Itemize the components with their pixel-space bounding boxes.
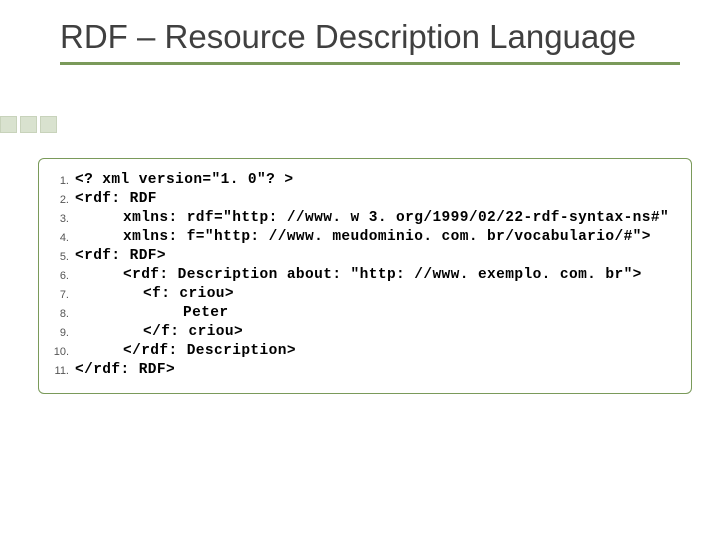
- code-text: </rdf: Description>: [75, 343, 296, 359]
- code-text: Peter: [75, 305, 229, 321]
- line-number: 11.: [53, 362, 75, 377]
- line-number: 4.: [53, 229, 75, 244]
- deco-square: [20, 116, 37, 133]
- code-line: 8. Peter: [53, 305, 677, 321]
- slide: RDF – Resource Description Language 1. <…: [0, 0, 720, 540]
- line-number: 6.: [53, 267, 75, 282]
- decoration-squares: [0, 116, 57, 133]
- code-text: <rdf: Description about: "http: //www. e…: [75, 267, 642, 283]
- code-line: 10. </rdf: Description>: [53, 343, 677, 359]
- line-number: 8.: [53, 305, 75, 320]
- code-line: 4. xmlns: f="http: //www. meudominio. co…: [53, 229, 677, 245]
- code-line: 9. </f: criou>: [53, 324, 677, 340]
- code-text: xmlns: rdf="http: //www. w 3. org/1999/0…: [75, 210, 669, 226]
- line-number: 3.: [53, 210, 75, 225]
- code-text: </f: criou>: [75, 324, 243, 340]
- code-text: xmlns: f="http: //www. meudominio. com. …: [75, 229, 651, 245]
- code-text: <rdf: RDF>: [75, 248, 166, 264]
- code-line: 1. <? xml version="1. 0"? >: [53, 172, 677, 188]
- code-text: <? xml version="1. 0"? >: [75, 172, 293, 188]
- code-line: 2. <rdf: RDF: [53, 191, 677, 207]
- line-number: 2.: [53, 191, 75, 206]
- line-number: 1.: [53, 172, 75, 187]
- code-text: <rdf: RDF: [75, 191, 157, 207]
- code-line: 6. <rdf: Description about: "http: //www…: [53, 267, 677, 283]
- code-block: 1. <? xml version="1. 0"? > 2. <rdf: RDF…: [38, 158, 692, 394]
- deco-square: [0, 116, 17, 133]
- title-underline: [60, 62, 680, 65]
- code-line: 3. xmlns: rdf="http: //www. w 3. org/199…: [53, 210, 677, 226]
- deco-square: [40, 116, 57, 133]
- code-text: </rdf: RDF>: [75, 362, 175, 378]
- code-text: <f: criou>: [75, 286, 234, 302]
- line-number: 7.: [53, 286, 75, 301]
- line-number: 5.: [53, 248, 75, 263]
- code-line: 11. </rdf: RDF>: [53, 362, 677, 378]
- code-line: 5. <rdf: RDF>: [53, 248, 677, 264]
- code-line: 7. <f: criou>: [53, 286, 677, 302]
- slide-title: RDF – Resource Description Language: [60, 18, 680, 56]
- line-number: 9.: [53, 324, 75, 339]
- line-number: 10.: [53, 343, 75, 358]
